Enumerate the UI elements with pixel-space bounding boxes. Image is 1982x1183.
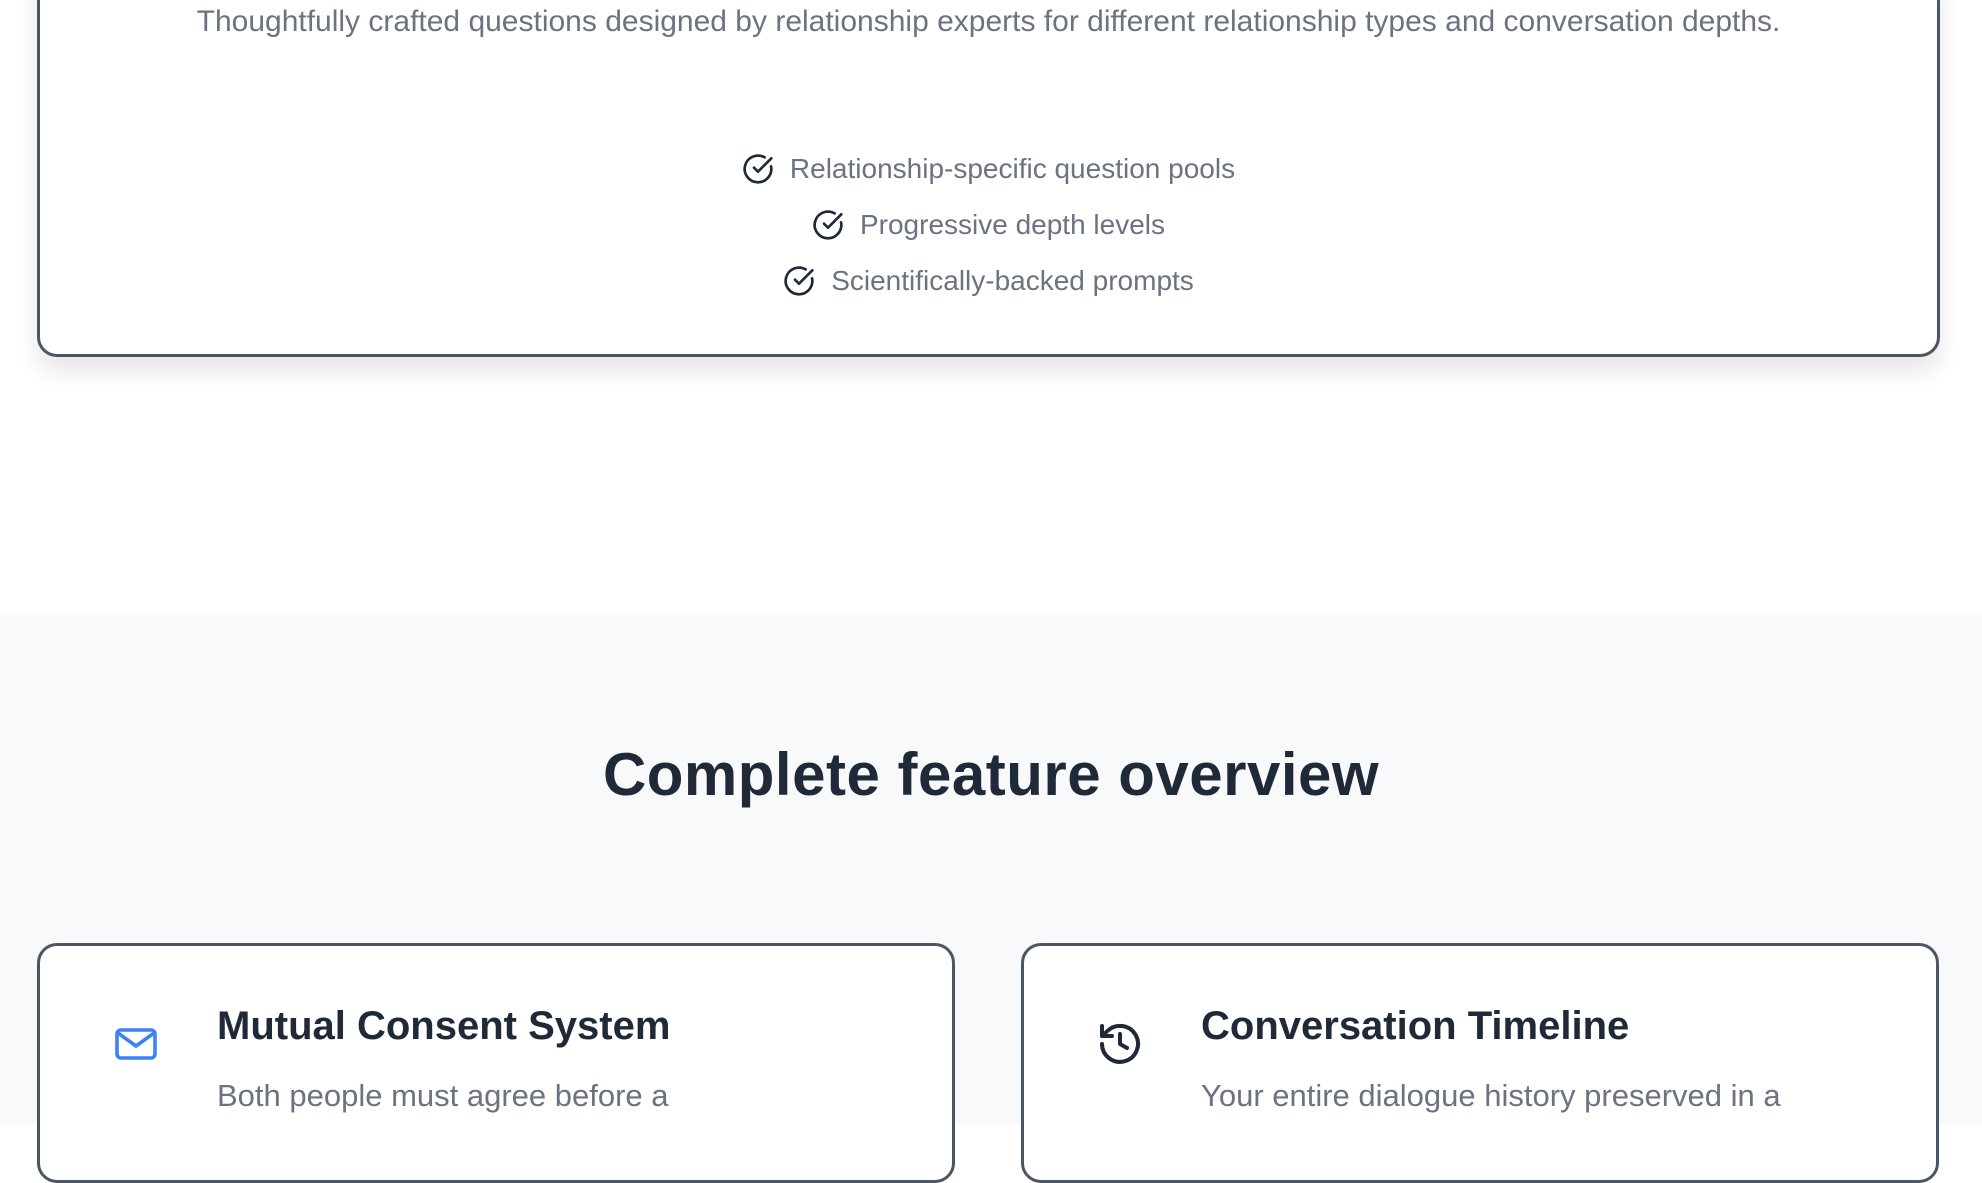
checklist-item: Progressive depth levels [812,197,1165,253]
feature-title: Mutual Consent System [217,1004,671,1048]
checklist-item: Scientifically-backed prompts [783,253,1194,309]
feature-overview-section: Complete feature overview Mutual Consent… [0,615,1982,1183]
feature-detail-card: Thoughtfully crafted questions designed … [37,0,1940,357]
feature-description: Both people must agree before a [217,1078,669,1113]
feature-card-conversation-timeline: Conversation Timeline Your entire dialog… [1021,943,1939,1183]
top-section: Thoughtfully crafted questions designed … [0,0,1982,615]
checklist-item-label: Progressive depth levels [859,209,1166,240]
check-circle-icon [743,154,773,184]
section-title: Complete feature overview [602,741,1380,808]
mail-icon [115,1028,157,1060]
check-circle-icon [784,266,814,296]
feature-title: Conversation Timeline [1201,1004,1630,1048]
feature-card-mutual-consent: Mutual Consent System Both people must a… [37,943,955,1183]
checklist-item-label: Relationship-specific question pools [789,153,1236,184]
check-circle-icon [813,210,843,240]
history-icon [1100,1023,1140,1064]
card-description: Thoughtfully crafted questions designed … [196,5,1781,38]
checklist: Relationship-specific question pools Pro… [40,141,1937,309]
feature-description: Your entire dialogue history preserved i… [1201,1078,1781,1113]
checklist-item-label: Scientifically-backed prompts [831,265,1194,296]
checklist-item: Relationship-specific question pools [742,141,1235,197]
